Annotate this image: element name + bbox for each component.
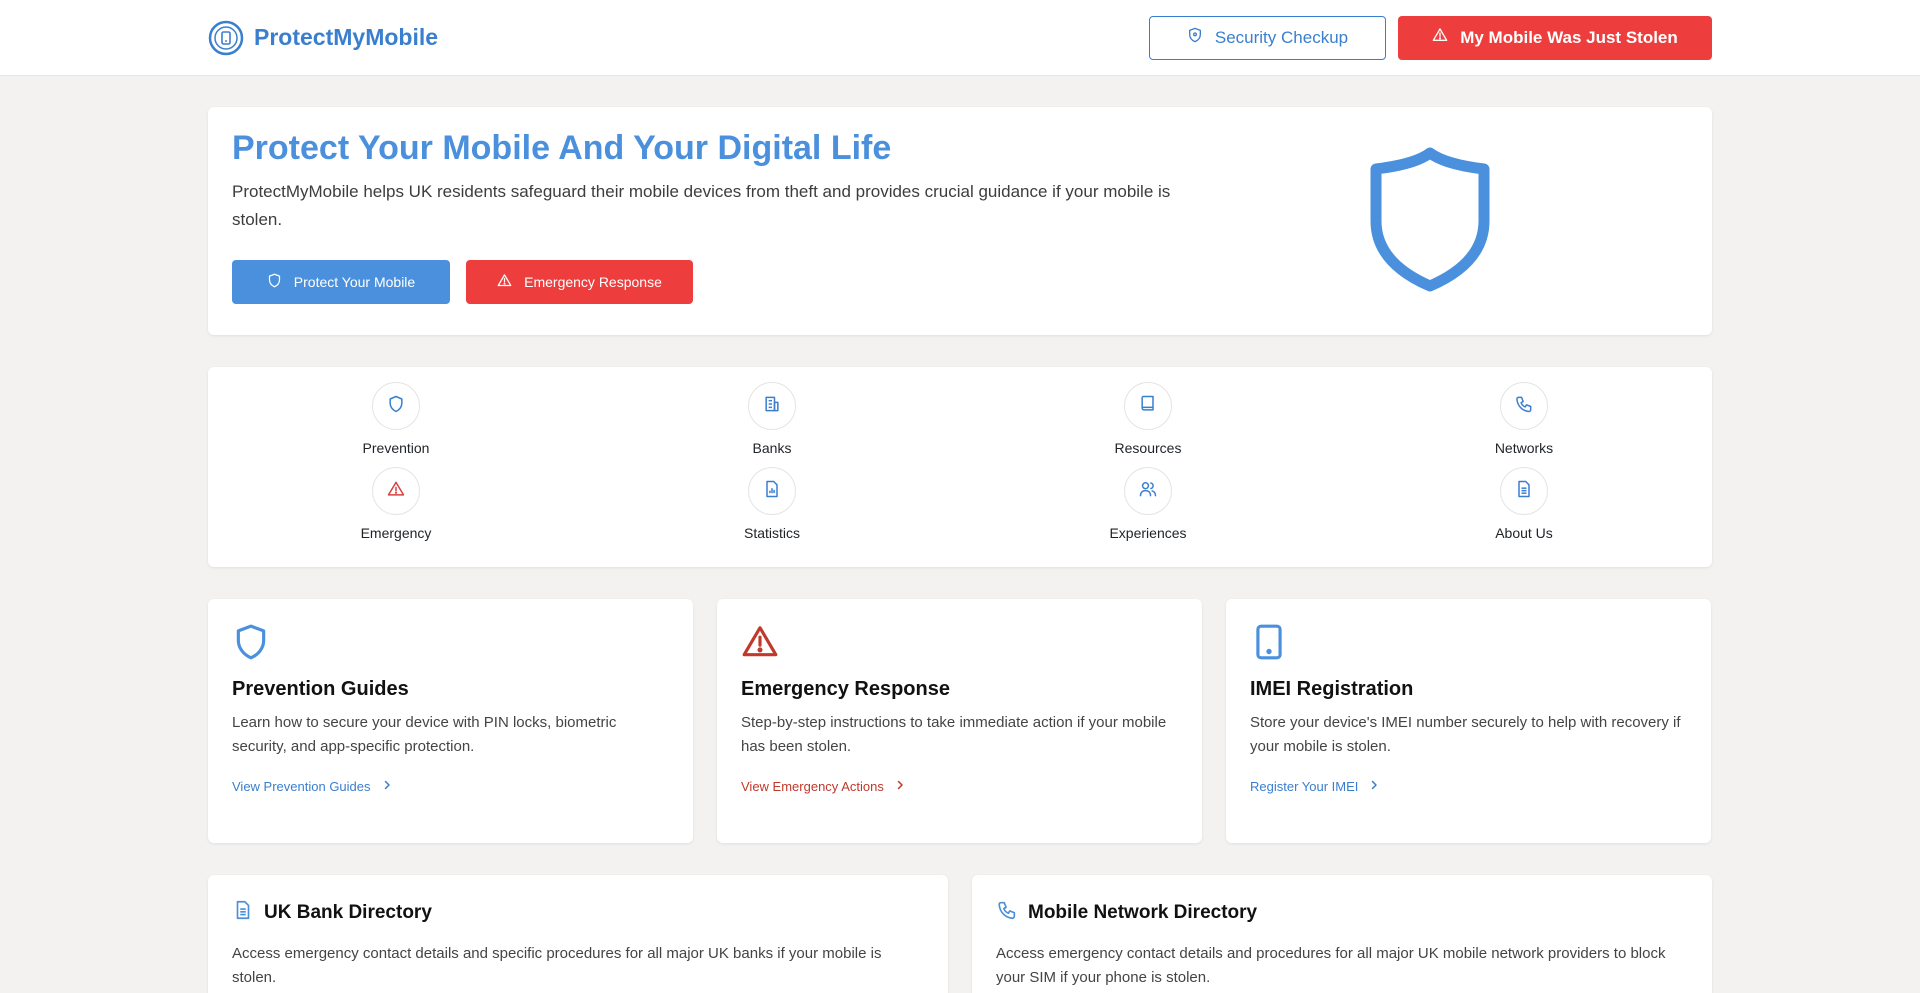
nav-label: Resources <box>1114 440 1182 456</box>
hero-description: ProtectMyMobile helps UK residents safeg… <box>232 182 1171 229</box>
feature-description: Store your device's IMEI number securely… <box>1250 714 1681 755</box>
chevron-right-icon <box>381 779 393 794</box>
nav-icon-circle <box>372 467 420 515</box>
tablet-icon <box>1250 623 1288 661</box>
mobile-stolen-label: My Mobile Was Just Stolen <box>1460 27 1678 47</box>
header-actions: Security Checkup My Mobile Was Just Stol… <box>1149 15 1712 60</box>
protect-mobile-button[interactable]: Protect Your Mobile <box>232 260 450 304</box>
nav-item-resources[interactable]: Resources <box>960 382 1336 467</box>
phone-icon <box>1514 394 1534 419</box>
alert-triangle-icon <box>1432 27 1448 48</box>
directory-title: Mobile Network Directory <box>1028 901 1258 923</box>
shield-icon <box>267 273 282 291</box>
view-prevention-guides-link[interactable]: View Prevention Guides <box>232 779 393 794</box>
mobile-logo-icon <box>208 20 244 56</box>
hero-title: Protect Your Mobile And Your Digital Lif… <box>232 129 892 167</box>
alert-triangle-icon <box>741 623 779 661</box>
view-emergency-actions-link[interactable]: View Emergency Actions <box>741 779 906 794</box>
nav-label: Statistics <box>743 525 800 541</box>
emergency-response-button[interactable]: Emergency Response <box>466 260 693 304</box>
nav-icon-circle <box>372 382 420 430</box>
register-imei-link[interactable]: Register Your IMEI <box>1250 779 1380 794</box>
link-label: Register Your IMEI <box>1250 779 1359 794</box>
link-label: View Emergency Actions <box>741 779 884 794</box>
feature-title: Prevention Guides <box>232 678 409 700</box>
nav-item-networks[interactable]: Networks <box>1336 382 1712 467</box>
nav-label: Prevention <box>362 440 430 456</box>
protect-mobile-label: Protect Your Mobile <box>293 274 416 290</box>
alert-triangle-icon <box>386 479 406 504</box>
site-header: ProtectMyMobile Security Checkup My Mobi… <box>0 0 1920 76</box>
nav-label: Networks <box>1494 440 1554 456</box>
feature-cards: Prevention Guides Learn how to secure yo… <box>208 599 1712 843</box>
book-icon <box>1138 394 1158 419</box>
directory-cards: UK Bank Directory Access emergency conta… <box>208 875 1712 993</box>
chevron-right-icon <box>1368 779 1380 794</box>
hero-section: Protect Your Mobile And Your Digital Lif… <box>208 107 1712 335</box>
nav-item-emergency[interactable]: Emergency <box>208 467 584 552</box>
nav-item-about-us[interactable]: About Us <box>1336 467 1712 552</box>
nav-item-experiences[interactable]: Experiences <box>960 467 1336 552</box>
document-icon <box>1514 479 1534 504</box>
main-content: Protect Your Mobile And Your Digital Lif… <box>208 107 1712 993</box>
directory-title: UK Bank Directory <box>264 901 432 923</box>
mobile-stolen-button[interactable]: My Mobile Was Just Stolen <box>1398 15 1712 60</box>
alert-triangle-icon <box>497 273 512 291</box>
chevron-right-icon <box>894 779 906 794</box>
shield-icon <box>386 394 406 419</box>
nav-icon-circle <box>1500 382 1548 430</box>
feature-card-prevention: Prevention Guides Learn how to secure yo… <box>208 599 693 843</box>
feature-card-imei: IMEI Registration Store your device's IM… <box>1226 599 1711 843</box>
nav-item-banks[interactable]: Banks <box>584 382 960 467</box>
nav-label: Emergency <box>360 525 432 541</box>
hero-buttons: Protect Your Mobile Emergency Response <box>232 260 1172 304</box>
quick-nav: Prevention Banks Resources Networks Emer… <box>208 367 1712 567</box>
logo[interactable]: ProtectMyMobile <box>208 20 438 56</box>
link-label: View Prevention Guides <box>232 779 371 794</box>
nav-icon-circle <box>748 382 796 430</box>
document-icon <box>232 899 254 926</box>
users-icon <box>1138 479 1158 504</box>
feature-card-emergency: Emergency Response Step-by-step instruct… <box>717 599 1202 843</box>
nav-icon-circle <box>1124 382 1172 430</box>
nav-icon-circle <box>748 467 796 515</box>
feature-title: Emergency Response <box>741 678 950 700</box>
emergency-response-label: Emergency Response <box>524 274 662 290</box>
nav-label: Experiences <box>1109 525 1187 541</box>
feature-description: Learn how to secure your device with PIN… <box>232 714 617 755</box>
logo-text: ProtectMyMobile <box>254 24 439 50</box>
nav-icon-circle <box>1124 467 1172 515</box>
security-checkup-label: Security Checkup <box>1214 27 1349 47</box>
feature-description: Step-by-step instructions to take immedi… <box>741 714 1167 755</box>
feature-title: IMEI Registration <box>1250 678 1414 700</box>
shield-illustration-icon <box>1368 145 1492 293</box>
shield-icon <box>1187 27 1203 48</box>
directory-header: Mobile Network Directory <box>996 899 1688 926</box>
phone-icon <box>996 899 1018 926</box>
building-icon <box>762 394 782 419</box>
hero-text: Protect Your Mobile And Your Digital Lif… <box>232 129 1172 313</box>
security-checkup-button[interactable]: Security Checkup <box>1149 15 1386 60</box>
nav-item-statistics[interactable]: Statistics <box>584 467 960 552</box>
nav-icon-circle <box>1500 467 1548 515</box>
directory-description: Access emergency contact details and pro… <box>996 945 1666 986</box>
mobile-network-directory-card[interactable]: Mobile Network Directory Access emergenc… <box>972 875 1712 993</box>
nav-item-prevention[interactable]: Prevention <box>208 382 584 467</box>
uk-bank-directory-card[interactable]: UK Bank Directory Access emergency conta… <box>208 875 948 993</box>
chart-file-icon <box>762 479 782 504</box>
directory-header: UK Bank Directory <box>232 899 924 926</box>
nav-label: About Us <box>1495 525 1553 541</box>
shield-icon <box>232 623 270 661</box>
directory-description: Access emergency contact details and spe… <box>232 945 882 986</box>
nav-label: Banks <box>752 440 792 456</box>
